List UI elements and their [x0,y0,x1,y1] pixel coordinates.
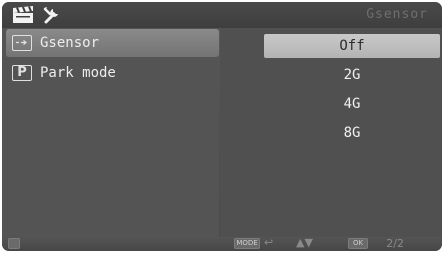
storage-icon [8,238,20,249]
menu-item-gsensor[interactable]: Gsensor [6,29,219,57]
gsensor-icon [12,35,32,51]
menu-item-label: Park mode [40,65,116,81]
top-bar: Gsensor [2,2,442,28]
menu-item-label: Gsensor [40,35,100,51]
mode-title: Gsensor [366,7,428,22]
back-icon[interactable]: ↩ [264,236,273,250]
option-off[interactable]: Off [264,34,440,58]
clapperboard-icon[interactable] [12,6,34,24]
parking-icon: P [12,65,32,81]
page-indicator: 2/2 [386,237,404,250]
bottom-bar: MODE ↩ ▲▼ OK 2/2 [2,236,442,251]
option-8g[interactable]: 8G [264,121,440,145]
ok-key-icon[interactable]: OK [348,238,368,249]
option-2g[interactable]: 2G [264,63,440,87]
wrench-icon[interactable] [43,6,61,24]
options-panel: Off 2G 4G 8G [220,28,442,237]
option-4g[interactable]: 4G [264,92,440,116]
up-down-icon[interactable]: ▲▼ [296,236,313,250]
settings-menu: Gsensor P Park mode [2,28,219,237]
mode-key-icon[interactable]: MODE [234,238,260,249]
menu-item-park-mode[interactable]: P Park mode [6,59,219,87]
device-screen: Gsensor Gsensor P Park mode Off 2G 4G 8G… [2,2,442,251]
